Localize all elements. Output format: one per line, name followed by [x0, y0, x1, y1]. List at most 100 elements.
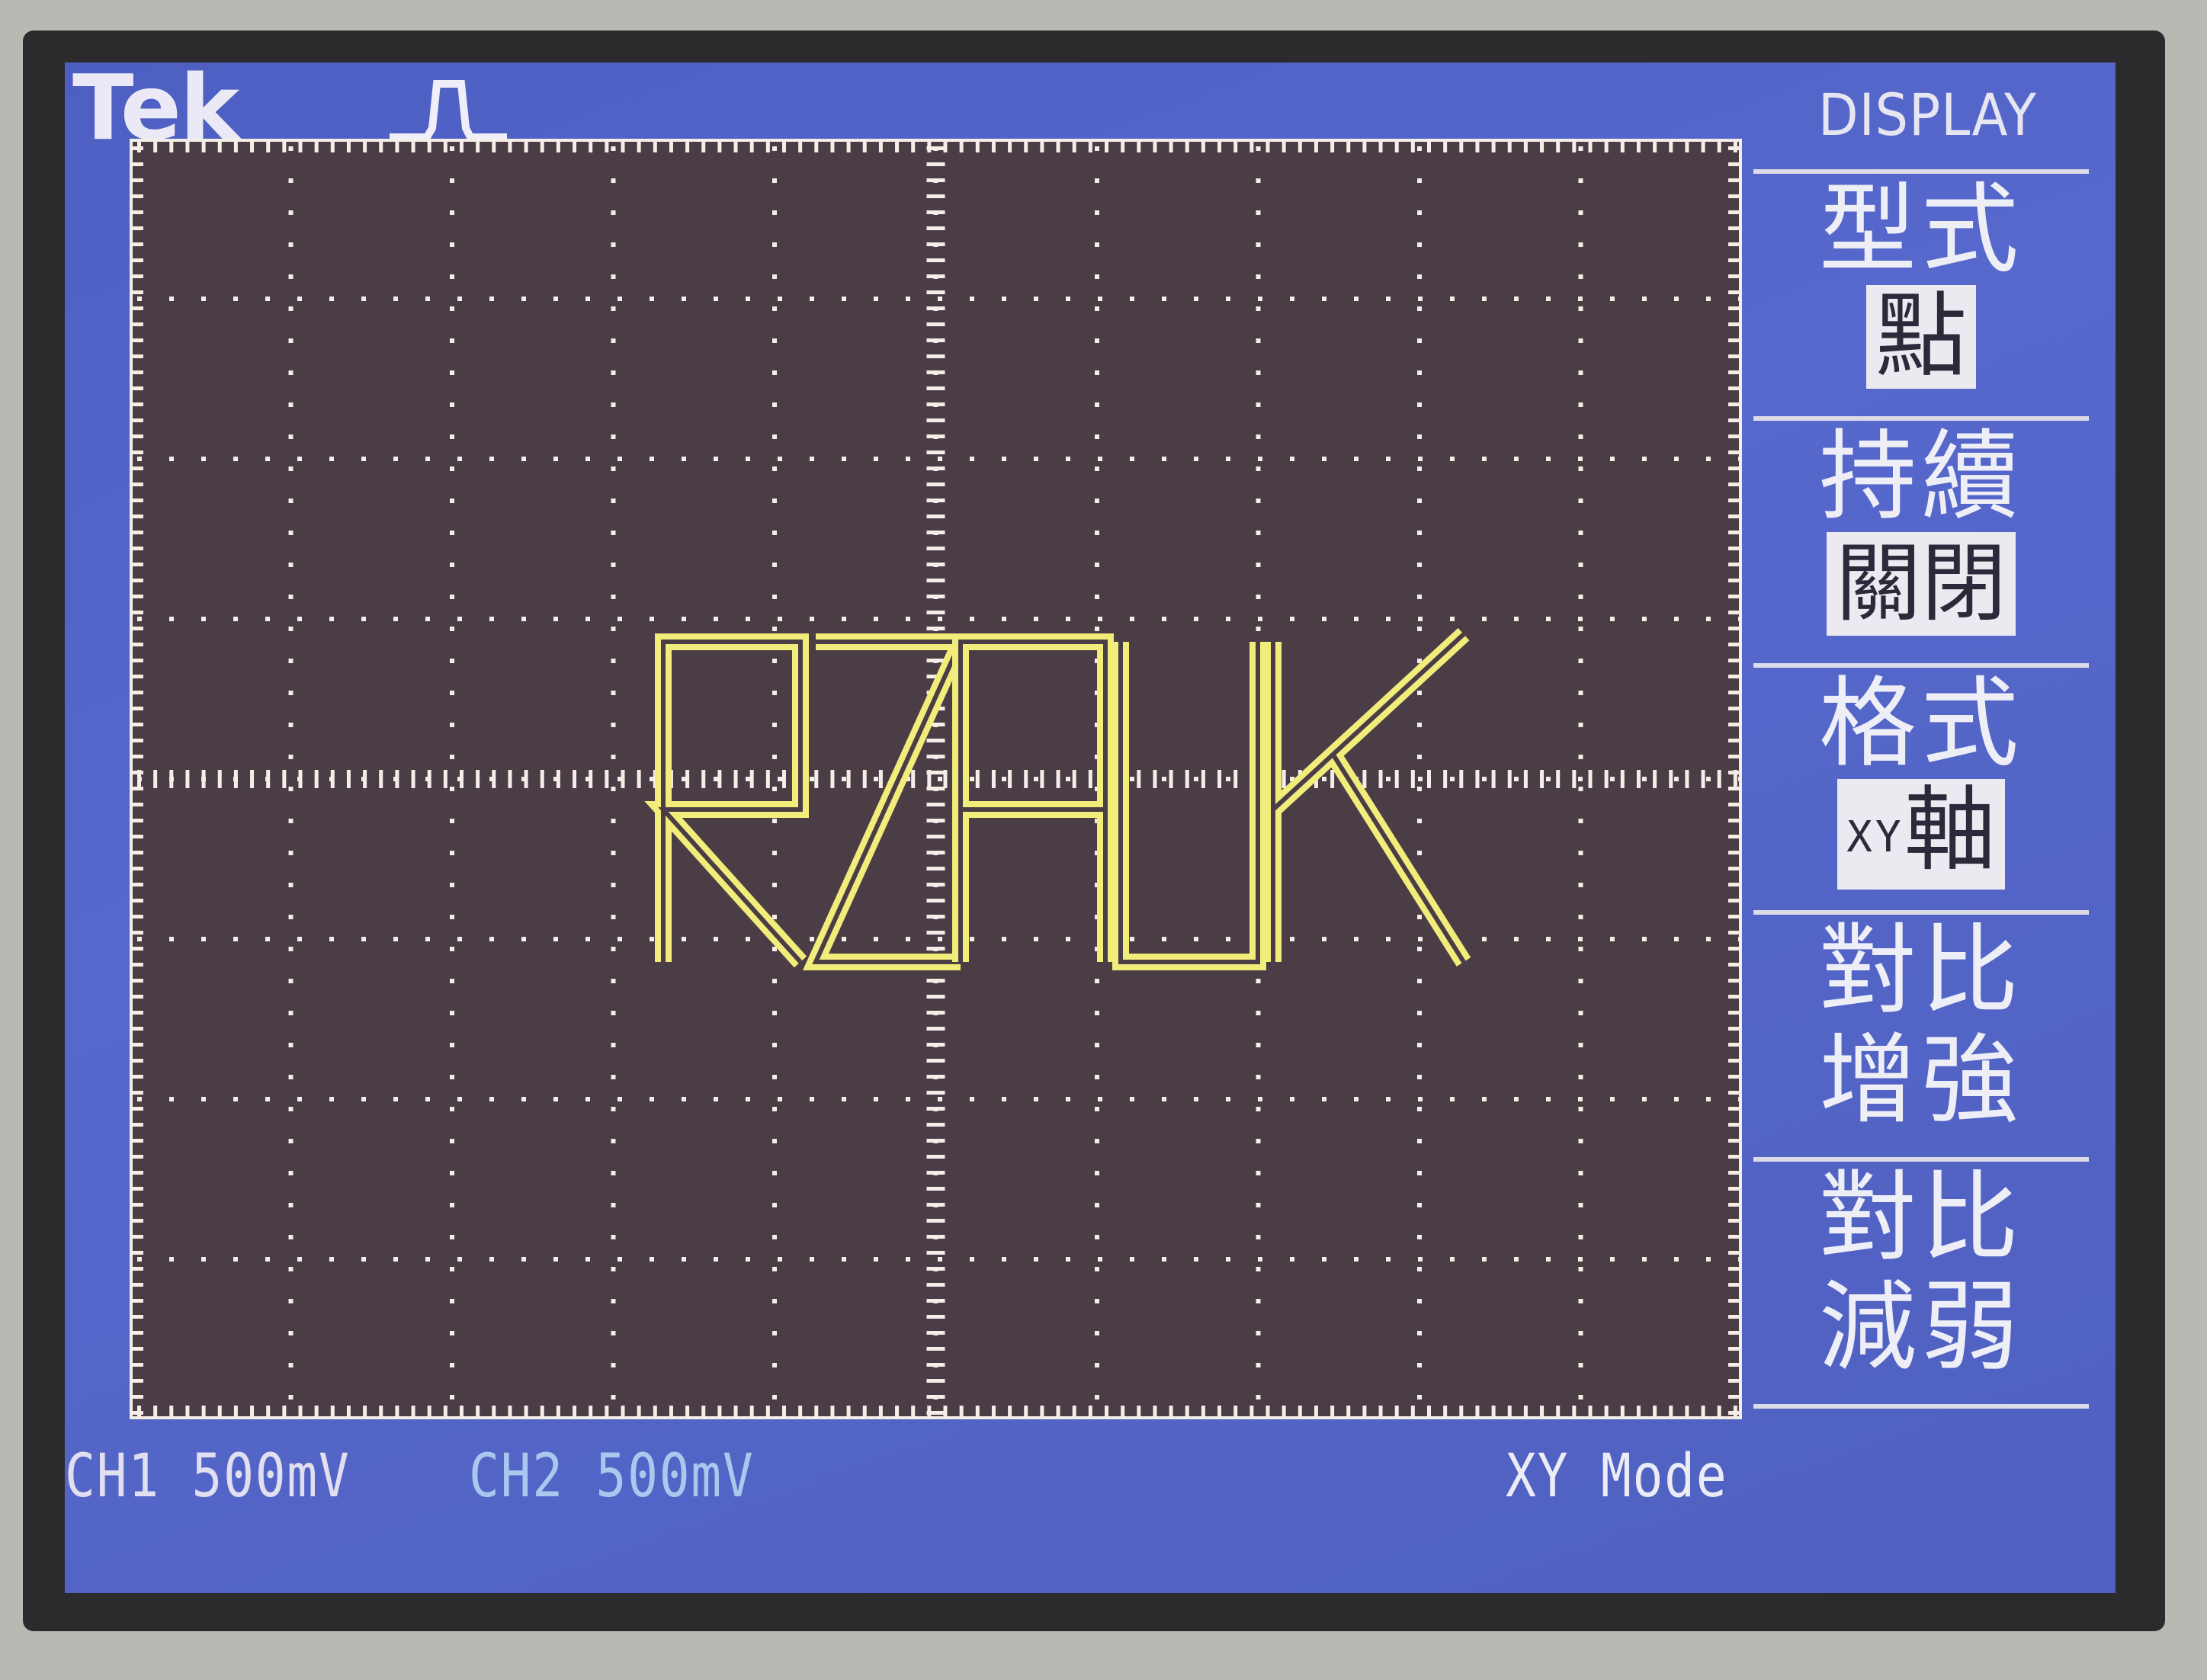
center-tick	[1233, 770, 1238, 788]
grid-dot	[288, 274, 294, 279]
center-tick	[1669, 770, 1673, 788]
edge-tick	[133, 162, 143, 166]
menu-item-contrast-increase[interactable]: 對比 增強	[1753, 910, 2089, 1157]
edge-tick	[1728, 1075, 1739, 1079]
center-tick	[782, 770, 786, 788]
grid-dot	[772, 979, 777, 983]
grid-dot	[874, 937, 878, 941]
menu-item-persistence[interactable]: 持續 關閉	[1753, 416, 2089, 663]
edge-tick	[653, 1406, 657, 1416]
edge-tick	[1282, 142, 1286, 152]
edge-tick	[1728, 162, 1739, 166]
edge-tick	[1185, 1406, 1189, 1416]
grid-dot	[288, 627, 294, 631]
graticule-hline	[137, 1097, 1742, 1101]
edge-tick	[217, 142, 222, 152]
graticule-vline	[1417, 146, 1422, 1399]
center-tick	[926, 274, 945, 278]
center-tick	[330, 770, 335, 788]
grid-dot	[1256, 1171, 1261, 1175]
grid-dot	[450, 1203, 454, 1207]
grid-dot	[772, 306, 777, 311]
edge-tick	[1378, 142, 1383, 152]
edge-tick	[217, 1406, 222, 1416]
edge-tick	[298, 1406, 303, 1416]
edge-tick	[133, 306, 143, 310]
grid-dot	[1578, 1075, 1583, 1079]
edge-tick	[1507, 142, 1512, 152]
grid-dot	[1482, 937, 1487, 941]
grid-dot	[1578, 595, 1583, 599]
center-tick	[169, 770, 174, 788]
center-tick	[153, 770, 158, 788]
grid-dot	[611, 819, 616, 823]
grid-dot	[1578, 627, 1583, 631]
edge-tick	[959, 1406, 964, 1416]
grid-dot	[682, 937, 686, 941]
grid-dot	[233, 1097, 238, 1101]
edge-tick	[1728, 290, 1739, 294]
grid-dot	[772, 402, 777, 407]
edge-tick	[1604, 142, 1609, 152]
edge-tick	[1169, 1406, 1173, 1416]
edge-tick	[1728, 1411, 1739, 1415]
menu-item-format[interactable]: 格式 XY軸	[1753, 663, 2089, 910]
grid-dot	[1226, 1097, 1230, 1101]
grid-dot	[1418, 1097, 1423, 1101]
edge-tick	[133, 723, 143, 726]
center-tick	[926, 531, 945, 534]
grid-dot	[1256, 466, 1261, 471]
grid-dot	[169, 937, 174, 941]
edge-tick	[133, 595, 143, 598]
grid-dot	[1194, 297, 1198, 301]
grid-dot	[1514, 937, 1519, 941]
grid-dot	[288, 1331, 294, 1335]
grid-dot	[1322, 297, 1326, 301]
edge-tick	[1728, 819, 1739, 822]
menu-item-type[interactable]: 型式 點	[1753, 169, 2089, 416]
edge-tick	[133, 1171, 143, 1175]
center-tick	[1330, 770, 1335, 788]
edge-tick	[1056, 142, 1060, 152]
grid-dot	[1514, 777, 1519, 781]
grid-dot	[1258, 1257, 1262, 1262]
edge-tick	[1728, 499, 1739, 502]
center-tick	[926, 1315, 945, 1319]
grid-dot	[772, 1331, 777, 1335]
grid-dot	[1578, 915, 1583, 919]
grid-dot	[938, 937, 942, 941]
edge-tick	[133, 627, 143, 630]
center-tick	[926, 1267, 945, 1271]
menu-item-contrast-decrease[interactable]: 對比 減弱	[1753, 1157, 2089, 1409]
grid-dot	[1417, 306, 1422, 311]
edge-tick	[133, 739, 143, 742]
center-tick	[250, 770, 255, 788]
center-tick	[1620, 770, 1625, 788]
edge-tick	[133, 418, 143, 422]
grid-dot	[1514, 297, 1519, 301]
edge-tick	[133, 979, 143, 983]
edge-tick	[1717, 142, 1721, 152]
grid-dot	[137, 1257, 142, 1262]
center-tick	[926, 322, 945, 326]
grid-dot	[1130, 937, 1134, 941]
center-tick	[926, 1283, 945, 1287]
grid-dot	[1095, 1171, 1099, 1175]
grid-dot	[1098, 297, 1102, 301]
center-tick	[1459, 770, 1464, 788]
grid-dot	[1417, 1331, 1422, 1335]
grid-dot	[1706, 937, 1711, 941]
grid-dot	[1095, 979, 1099, 983]
grid-dot	[450, 979, 454, 983]
grid-dot	[970, 777, 974, 781]
grid-dot	[450, 691, 454, 695]
edge-tick	[1728, 979, 1739, 983]
edge-tick	[133, 1011, 143, 1015]
edge-tick	[133, 611, 143, 614]
edge-tick	[1169, 142, 1173, 152]
grid-dot	[1095, 338, 1099, 343]
center-tick	[1378, 770, 1383, 788]
grid-dot	[288, 306, 294, 311]
edge-tick	[1728, 771, 1739, 774]
edge-tick	[1728, 146, 1739, 150]
